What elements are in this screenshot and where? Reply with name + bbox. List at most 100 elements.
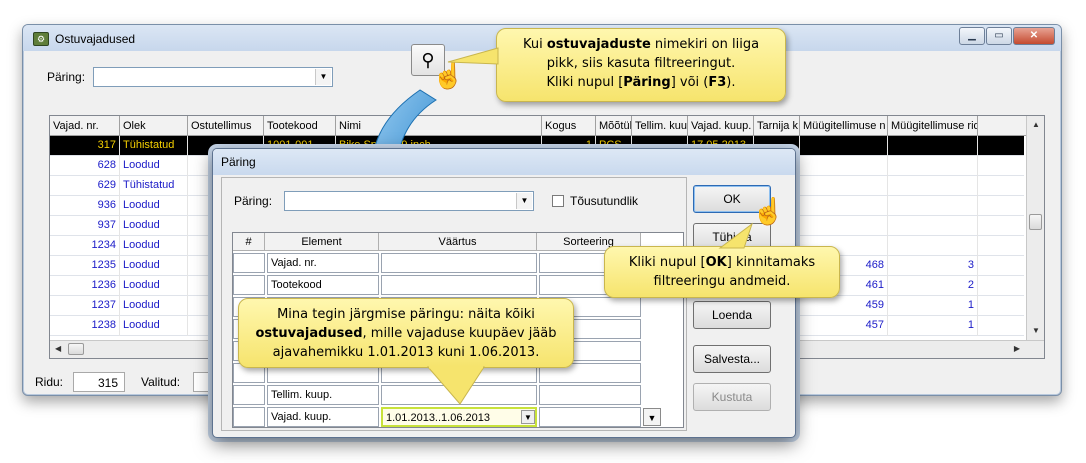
table-cell: 3 bbox=[888, 256, 978, 276]
column-header[interactable]: Tellim. kuup. bbox=[632, 116, 688, 136]
filter-element-cell[interactable]: Tootekood bbox=[267, 275, 379, 295]
table-cell bbox=[800, 136, 888, 156]
callout-bold: ostuvajadused bbox=[255, 326, 363, 341]
scroll-right-icon[interactable]: ▶ bbox=[1014, 344, 1020, 353]
scroll-up-icon[interactable]: ▲ bbox=[1032, 120, 1040, 129]
table-cell bbox=[888, 236, 978, 256]
callout-ok-hint: Kliki nupul [OK] kinnitamaks filtreering… bbox=[604, 246, 840, 298]
table-cell: 459 bbox=[800, 296, 888, 316]
column-header[interactable]: Vajad. nr. bbox=[50, 116, 120, 136]
selected-label: Valitud: bbox=[141, 375, 181, 389]
filter-value-cell[interactable]: 1.01.2013..1.06.2013 bbox=[381, 407, 537, 427]
filter-column-header: Element bbox=[265, 233, 379, 251]
callout-text: , mille vajaduse kuupäev jääb bbox=[362, 326, 557, 341]
filter-index-cell[interactable] bbox=[233, 253, 265, 273]
query-select[interactable]: ▼ bbox=[93, 67, 333, 87]
maximize-icon[interactable]: ▭ bbox=[986, 27, 1012, 45]
callout-bold: OK bbox=[705, 255, 727, 270]
table-cell: Loodud bbox=[120, 316, 188, 336]
table-cell bbox=[888, 196, 978, 216]
chevron-down-icon[interactable]: ▼ bbox=[643, 408, 661, 426]
table-cell bbox=[800, 176, 888, 196]
table-cell: 1238 bbox=[50, 316, 120, 336]
callout-tail bbox=[426, 366, 485, 405]
table-cell bbox=[888, 156, 978, 176]
filter-element-cell[interactable]: Vajad. nr. bbox=[267, 253, 379, 273]
filter-index-cell[interactable] bbox=[233, 385, 265, 405]
table-cell: Tühistatud bbox=[120, 176, 188, 196]
table-cell bbox=[800, 216, 888, 236]
scroll-thumb[interactable] bbox=[1029, 214, 1042, 230]
table-cell: Loodud bbox=[120, 216, 188, 236]
callout-text: nimekiri on liiga bbox=[650, 37, 760, 52]
callout-text: ] või ( bbox=[670, 75, 709, 90]
table-cell: Loodud bbox=[120, 276, 188, 296]
table-cell bbox=[888, 176, 978, 196]
table-cell bbox=[800, 196, 888, 216]
callout-bold: F3 bbox=[708, 75, 727, 90]
column-header[interactable]: Kogus bbox=[542, 116, 596, 136]
filter-index-cell[interactable] bbox=[233, 275, 265, 295]
callout-text: pikk, siis kasuta filtreeringut. bbox=[546, 56, 736, 71]
table-cell: 936 bbox=[50, 196, 120, 216]
table-cell: Loodud bbox=[120, 256, 188, 276]
chevron-down-icon[interactable]: ▼ bbox=[516, 193, 532, 209]
filter-element-cell[interactable]: Tellim. kuup. bbox=[267, 385, 379, 405]
table-cell: 1235 bbox=[50, 256, 120, 276]
list-button[interactable]: Loenda bbox=[693, 301, 771, 329]
column-header[interactable]: Ostutellimus bbox=[188, 116, 264, 136]
dialog-query-select[interactable]: ▼ bbox=[284, 191, 534, 211]
chevron-down-icon[interactable]: ▼ bbox=[521, 410, 535, 424]
table-cell bbox=[888, 136, 978, 156]
window-controls: ▁ ▭ ✕ bbox=[958, 27, 1055, 45]
scroll-down-icon[interactable]: ▼ bbox=[1032, 326, 1040, 335]
scroll-left-icon[interactable]: ◀ bbox=[55, 344, 61, 353]
column-header[interactable]: Müügitellimuse rid bbox=[888, 116, 978, 136]
window-title: Ostuvajadused bbox=[55, 32, 136, 46]
dialog-title: Päring bbox=[213, 149, 795, 175]
close-icon[interactable]: ✕ bbox=[1013, 27, 1055, 45]
table-cell bbox=[800, 156, 888, 176]
column-header[interactable]: Vajad. kuup. bbox=[688, 116, 754, 136]
filter-index-cell[interactable] bbox=[233, 407, 265, 427]
table-cell: 317 bbox=[50, 136, 120, 156]
filter-sort-cell[interactable] bbox=[539, 407, 641, 427]
case-sensitive-checkbox[interactable] bbox=[552, 195, 564, 207]
dialog-query-label: Päring: bbox=[234, 194, 273, 208]
column-header[interactable]: Tarnija k bbox=[754, 116, 800, 136]
callout-query-hint: Kui ostuvajaduste nimekiri on liiga pikk… bbox=[496, 28, 786, 102]
filter-sort-cell[interactable] bbox=[539, 385, 641, 405]
table-cell: 1234 bbox=[50, 236, 120, 256]
table-cell: 1237 bbox=[50, 296, 120, 316]
callout-text: ajavahemikku 1.01.2013 kuni 1.06.2013. bbox=[272, 345, 540, 360]
table-cell: Loodud bbox=[120, 236, 188, 256]
table-cell: 1 bbox=[888, 316, 978, 336]
table-cell: 1236 bbox=[50, 276, 120, 296]
table-cell bbox=[888, 216, 978, 236]
table-cell: 937 bbox=[50, 216, 120, 236]
delete-button[interactable]: Kustuta bbox=[693, 383, 771, 411]
column-header[interactable]: Nimi bbox=[336, 116, 542, 136]
minimize-icon[interactable]: ▁ bbox=[959, 27, 985, 45]
column-header[interactable]: Müügitellimuse n bbox=[800, 116, 888, 136]
vertical-scrollbar[interactable]: ▲ ▼ bbox=[1026, 116, 1044, 342]
hscroll-thumb[interactable] bbox=[68, 343, 84, 355]
callout-text: Mina tegin järgmise päringu: näita kõiki bbox=[277, 307, 535, 322]
save-button[interactable]: Salvesta... bbox=[693, 345, 771, 373]
filter-value-cell[interactable] bbox=[381, 275, 537, 295]
table-cell: Loodud bbox=[120, 196, 188, 216]
chevron-down-icon[interactable]: ▼ bbox=[315, 69, 331, 85]
table-cell: 628 bbox=[50, 156, 120, 176]
app-icon: ⚙ bbox=[33, 32, 49, 46]
table-cell: Loodud bbox=[120, 296, 188, 316]
callout-tail bbox=[447, 47, 499, 65]
column-header[interactable]: Mõõtük bbox=[596, 116, 632, 136]
filter-column-header: Väärtus bbox=[379, 233, 537, 251]
filter-element-cell[interactable]: Vajad. kuup. bbox=[267, 407, 379, 427]
callout-text: ). bbox=[726, 75, 736, 90]
rows-count: 315 bbox=[73, 372, 125, 392]
column-header[interactable]: Tootekood bbox=[264, 116, 336, 136]
table-cell: 457 bbox=[800, 316, 888, 336]
filter-value-cell[interactable] bbox=[381, 253, 537, 273]
column-header[interactable]: Olek bbox=[120, 116, 188, 136]
